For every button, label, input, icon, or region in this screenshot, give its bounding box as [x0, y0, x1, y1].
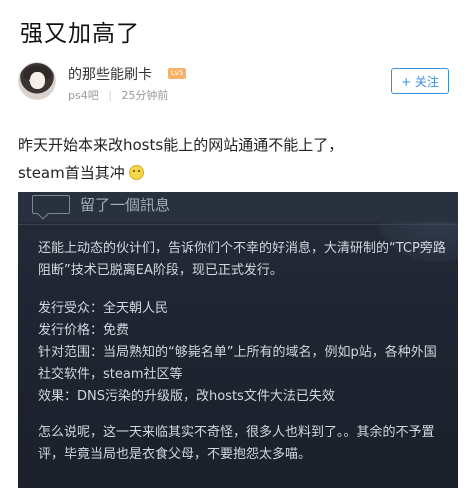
info-line-price: 发行价格：免费 [38, 323, 130, 338]
screenshot-divider [18, 224, 458, 225]
author-name[interactable]: 的那些能刷卡 [68, 64, 152, 84]
follow-button[interactable]: + 关注 [391, 68, 449, 94]
author-bar: 的那些能刷卡 Lv5 ps4吧 | 25分钟前 + 关注 [18, 62, 449, 110]
message-paragraph-1: 还能上动态的伙计们，告诉你们个不幸的好消息，大清研制的“TCP旁路阻断”技术已脱… [38, 241, 446, 278]
embedded-screenshot[interactable]: 留了一個訊息 还能上动态的伙计们，告诉你们个不幸的好消息，大清研制的“TCP旁路… [18, 192, 458, 488]
screenshot-message: 还能上动态的伙计们，告诉你们个不幸的好消息，大清研制的“TCP旁路阻断”技术已脱… [38, 238, 446, 482]
post-title: 强又加高了 [20, 21, 140, 47]
meta-separator: | [108, 89, 112, 102]
info-line-audience: 发行受众：全天朝人民 [38, 301, 169, 316]
level-badge: Lv5 [168, 68, 186, 79]
forum-name[interactable]: ps4吧 [68, 89, 99, 102]
info-line-effect: 效果：DNS污染的升级版，改hosts文件大法已失效 [38, 389, 335, 404]
avatar-face [30, 72, 45, 89]
screenshot-header: 留了一個訊息 [18, 192, 458, 222]
speech-bubble-icon [32, 195, 70, 214]
grimace-emoji-icon [128, 165, 144, 180]
message-info-block: 发行受众：全天朝人民 发行价格：免费 针对范围：当局熟知的“够毙名单”上所有的域… [38, 298, 446, 408]
info-line-scope: 针对范围：当局熟知的“够毙名单”上所有的域名，例如p站，各种外国社交软件，ste… [38, 345, 437, 382]
content-line-2-text: steam首当其冲 [18, 164, 125, 182]
avatar[interactable] [18, 62, 56, 100]
post-meta: ps4吧 | 25分钟前 [68, 87, 168, 103]
content-line-2: steam首当其冲 [18, 159, 458, 187]
content-line-1: 昨天开始本来改hosts能上的网站通通不能上了， [18, 136, 344, 154]
message-paragraph-3: 怎么说呢，这一天来临其实不奇怪，很多人也料到了。。其余的不予置评，毕竟当局也是衣… [38, 425, 435, 462]
post-content: 昨天开始本来改hosts能上的网站通通不能上了， steam首当其冲 [18, 131, 458, 187]
post-time: 25分钟前 [121, 89, 169, 102]
screenshot-header-title: 留了一個訊息 [80, 196, 171, 214]
